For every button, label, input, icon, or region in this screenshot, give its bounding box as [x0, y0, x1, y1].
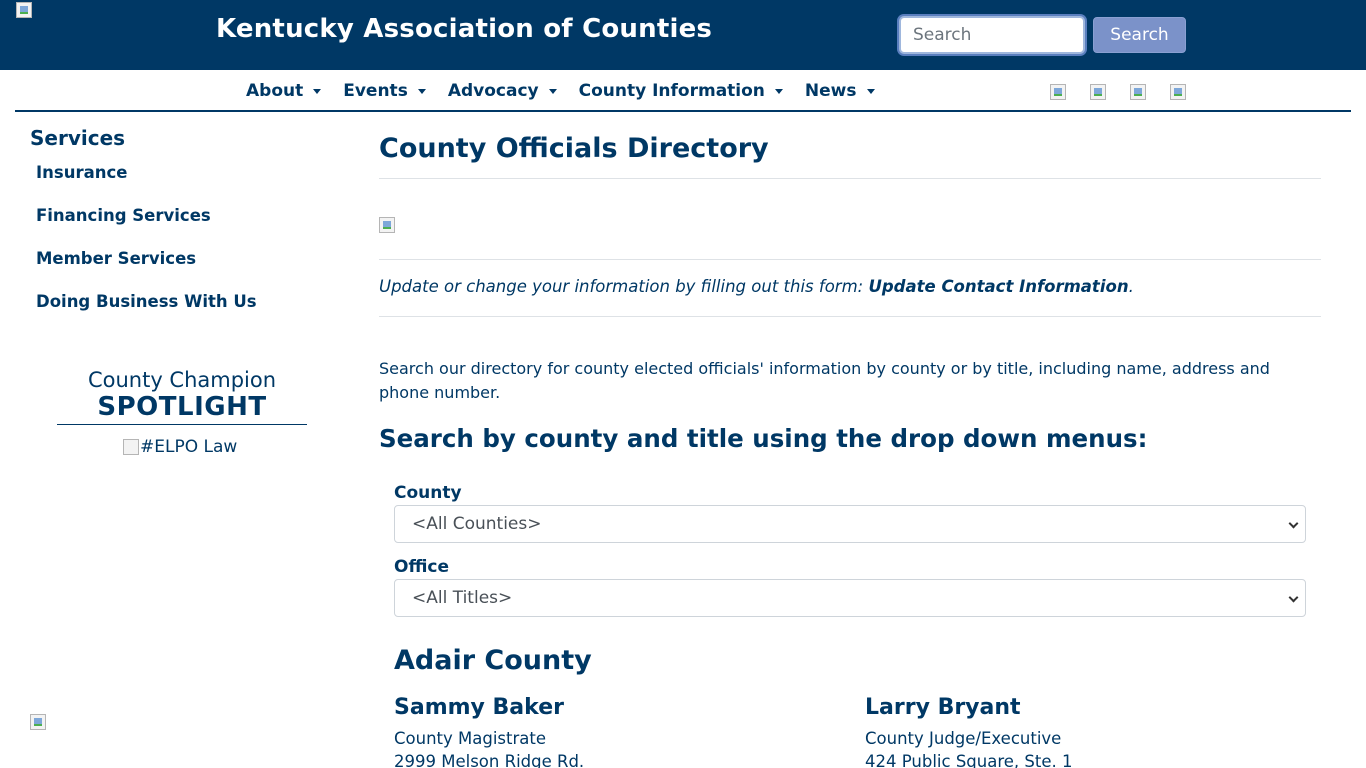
sidebar-link-doing-business[interactable]: Doing Business With Us — [36, 292, 257, 311]
divider — [379, 178, 1321, 179]
directory-banner-image — [379, 217, 395, 233]
county-select-value: <All Counties> — [412, 514, 542, 534]
divider — [379, 316, 1321, 317]
main-nav: About Events Advocacy County Information… — [246, 78, 897, 104]
office-select-value: <All Titles> — [412, 588, 513, 608]
nav-item-news[interactable]: News — [805, 81, 875, 101]
county-select[interactable]: <All Counties> — [394, 505, 1306, 543]
official-address: 424 Public Square, Ste. 1 — [865, 752, 1073, 768]
champion-heading: County Champion — [87, 368, 277, 392]
search-button[interactable]: Search — [1093, 17, 1186, 53]
page-title: County Officials Directory — [379, 133, 769, 164]
county-champion-spotlight: County Champion SPOTLIGHT — [57, 368, 307, 425]
search-heading: Search by county and title using the dro… — [379, 424, 1148, 453]
caret-down-icon — [417, 88, 426, 94]
social-icon[interactable] — [1050, 84, 1066, 100]
update-info-text: Update or change your information by fil… — [379, 277, 1134, 296]
county-label: County — [394, 483, 462, 503]
social-icon[interactable] — [1170, 84, 1186, 100]
caret-down-icon — [866, 88, 875, 94]
champion-image-alt: #ELPO Law — [140, 437, 238, 457]
official-name: Sammy Baker — [394, 695, 564, 720]
official-title: County Judge/Executive — [865, 729, 1062, 748]
sidebar-link-insurance[interactable]: Insurance — [36, 163, 127, 182]
site-header: Kentucky Association of Counties Search — [0, 0, 1366, 70]
sidebar-link-financing-services[interactable]: Financing Services — [36, 206, 211, 225]
broken-image-icon — [123, 439, 139, 455]
office-label: Office — [394, 557, 450, 577]
caret-down-icon — [313, 88, 322, 94]
site-logo[interactable] — [16, 2, 32, 18]
sidebar-bottom-image[interactable] — [30, 714, 46, 730]
caret-down-icon — [548, 88, 557, 94]
county-heading: Adair County — [394, 645, 592, 676]
office-select[interactable]: <All Titles> — [394, 579, 1306, 617]
sidebar-link-member-services[interactable]: Member Services — [36, 249, 196, 268]
sidebar-title: Services — [30, 126, 126, 150]
chevron-down-icon — [1288, 518, 1299, 529]
social-icon[interactable] — [1130, 84, 1146, 100]
nav-item-about[interactable]: About — [246, 81, 322, 101]
nav-item-events[interactable]: Events — [343, 81, 426, 101]
site-title[interactable]: Kentucky Association of Counties — [216, 14, 712, 44]
spotlight-heading: SPOTLIGHT — [97, 392, 267, 422]
official-address: 2999 Melson Ridge Rd. — [394, 752, 585, 768]
spotlight-divider — [57, 424, 307, 425]
chevron-down-icon — [1288, 592, 1299, 603]
search-input[interactable] — [899, 16, 1085, 54]
official-name: Larry Bryant — [865, 695, 1021, 720]
nav-item-advocacy[interactable]: Advocacy — [448, 81, 557, 101]
nav-divider — [15, 110, 1351, 112]
official-title: County Magistrate — [394, 729, 546, 748]
divider — [379, 259, 1321, 260]
nav-item-county-information[interactable]: County Information — [579, 81, 783, 101]
update-contact-link[interactable]: Update Contact Information — [868, 277, 1128, 296]
champion-image[interactable]: #ELPO Law — [123, 437, 237, 457]
intro-text: Search our directory for county elected … — [379, 359, 1270, 402]
social-icon[interactable] — [1090, 84, 1106, 100]
caret-down-icon — [774, 88, 783, 94]
